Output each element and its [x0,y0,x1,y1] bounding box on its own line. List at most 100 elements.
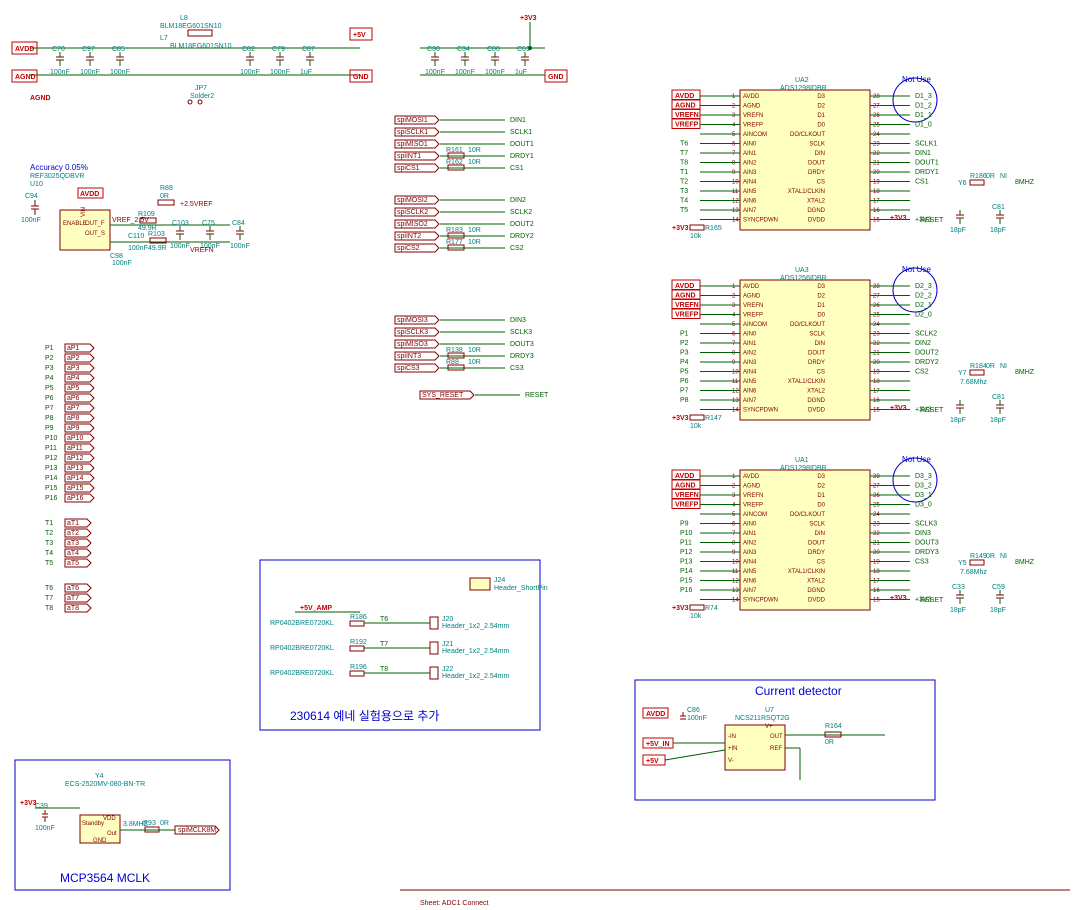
svg-text:VIN: VIN [81,207,87,217]
svg-text:CS2: CS2 [510,245,524,252]
svg-text:D2: D2 [817,294,825,300]
svg-text:7.68Mhz: 7.68Mhz [960,569,987,576]
svg-text:10k: 10k [690,613,702,620]
svg-text:D3: D3 [817,474,825,480]
svg-text:4: 4 [732,313,736,319]
svg-text:D1_0: D1_0 [915,122,932,129]
svg-text:P12: P12 [680,549,693,556]
svg-text:100nF: 100nF [230,243,250,250]
svg-text:P6: P6 [45,395,54,402]
svg-text:DIN1: DIN1 [510,117,526,124]
svg-text:R88: R88 [160,185,173,192]
svg-text:AGND: AGND [743,484,761,490]
spi-nets: spiMOSI1DIN1spiSCLK1SCLK1spiMISO1DOUT1sp… [395,116,549,399]
svg-text:D2_0: D2_0 [915,312,932,319]
svg-text:AIN0: AIN0 [743,332,757,338]
svg-text:P16: P16 [680,587,693,594]
svg-text:D3_2: D3_2 [915,483,932,490]
svg-text:AIN7: AIN7 [743,588,757,594]
svg-text:XTAL2: XTAL2 [807,199,826,205]
svg-text:R109: R109 [138,211,155,218]
svg-text:UA2: UA2 [795,77,809,84]
svg-text:Header_1x2_2.54mm: Header_1x2_2.54mm [442,673,509,680]
svg-text:DO/CLKOUT: DO/CLKOUT [790,322,825,328]
svg-text:D1: D1 [817,113,825,119]
t-list: T1aT1T2aT2T3aT3T4aT4T5aT5 [45,519,91,567]
svg-text:Header_ShortPin: Header_ShortPin [494,585,548,592]
p5v-label: +5V [353,32,366,39]
svg-text:DRDY1: DRDY1 [510,153,534,160]
svg-text:RESET: RESET [525,392,549,399]
svg-text:RESET: RESET [920,217,944,224]
svg-text:aT2: aT2 [67,530,79,537]
svg-text:spiMISO2: spiMISO2 [397,221,428,228]
p-list: P1aP1P2aP2P3aP3P4aP4P5aP5P6aP6P7aP7P8aP8… [45,344,94,502]
svg-text:aP7: aP7 [67,405,80,412]
svg-text:T7: T7 [45,595,53,602]
svg-text:AIN5: AIN5 [743,379,757,385]
svg-text:C34: C34 [457,46,470,53]
svg-text:T6: T6 [45,585,53,592]
svg-text:RP0402BRE0720KL: RP0402BRE0720KL [270,620,334,627]
svg-text:1: 1 [732,94,736,100]
svg-text:aP15: aP15 [67,485,83,492]
svg-text:100nF: 100nF [687,715,707,722]
svg-text:7: 7 [732,341,736,347]
svg-text:spiMISO1: spiMISO1 [397,141,428,148]
svg-text:20: 20 [873,170,880,176]
svg-text:SYNCPDWN: SYNCPDWN [743,598,778,604]
svg-text:DIN1: DIN1 [915,150,931,157]
svg-text:CS3: CS3 [915,559,929,566]
svg-text:AGND: AGND [675,293,696,300]
svg-text:Y7: Y7 [958,370,967,377]
svg-text:spiMOSI2: spiMOSI2 [397,197,428,204]
svg-text:P14: P14 [45,475,58,482]
svg-text:9: 9 [732,170,736,176]
svg-text:VREFP: VREFP [743,503,763,509]
svg-text:aP5: aP5 [67,385,80,392]
svg-text:R162: R162 [446,159,463,166]
svg-text:aT1: aT1 [67,520,79,527]
svg-text:C70: C70 [52,46,65,53]
svg-text:25: 25 [873,503,880,509]
svg-text:NCS211RSQT2G: NCS211RSQT2G [735,715,790,722]
svg-text:P3: P3 [680,350,689,357]
svg-text:100nF: 100nF [270,69,290,76]
svg-text:VREFP: VREFP [675,502,699,509]
svg-text:10: 10 [732,560,739,566]
svg-text:aP9: aP9 [67,425,80,432]
svg-text:100nF: 100nF [170,243,190,250]
svg-text:6: 6 [732,522,736,528]
svg-text:P1: P1 [680,331,689,338]
svg-text:CS1: CS1 [510,165,524,172]
svg-text:17: 17 [873,389,880,395]
svg-text:23: 23 [873,332,880,338]
svg-text:RESET: RESET [920,407,944,414]
l7-val: BLM18EG601SN10 [170,43,232,50]
svg-text:T1: T1 [45,520,53,527]
svg-text:P1: P1 [45,345,54,352]
svg-text:27: 27 [873,294,880,300]
svg-text:T3: T3 [45,540,53,547]
svg-text:10k: 10k [690,423,702,430]
svg-text:Out: Out [107,831,117,837]
svg-text:P8: P8 [45,415,54,422]
svg-text:P11: P11 [680,540,692,547]
svg-text:AIN6: AIN6 [743,199,757,205]
svg-text:Not Use: Not Use [902,455,931,464]
svg-text:11: 11 [732,379,739,385]
svg-text:DIN: DIN [815,341,825,347]
svg-text:DVDD: DVDD [808,218,826,224]
svg-text:T5: T5 [45,560,53,567]
svg-text:D2_1: D2_1 [915,302,932,309]
svg-text:R184: R184 [970,363,987,370]
svg-text:P10: P10 [680,530,693,537]
svg-text:10R: 10R [468,227,481,234]
svg-text:DGND: DGND [807,398,825,404]
svg-text:AIN1: AIN1 [743,531,757,537]
svg-text:3: 3 [732,493,736,499]
svg-text:26: 26 [873,303,880,309]
svg-text:0R: 0R [986,363,995,370]
svg-text:AVDD: AVDD [675,93,694,100]
svg-text:21: 21 [873,351,880,357]
